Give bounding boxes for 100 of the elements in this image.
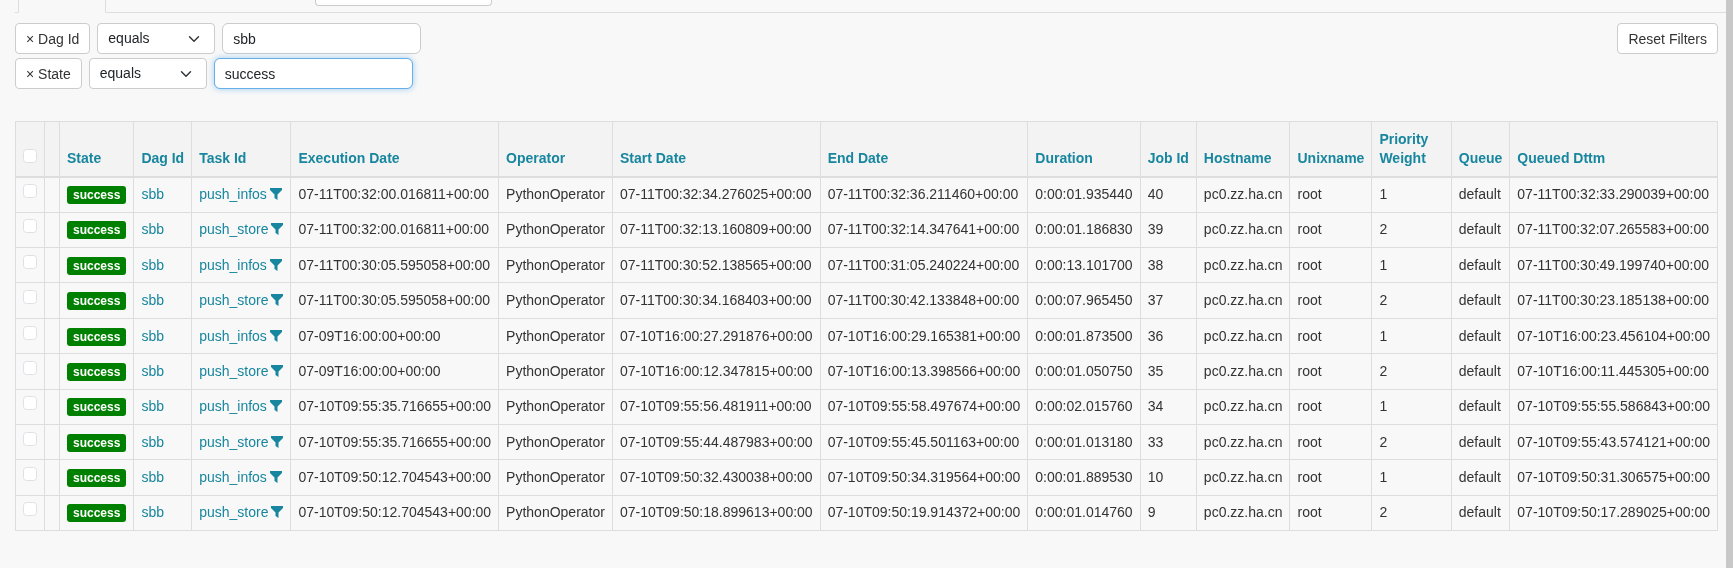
table-cell: PythonOperator bbox=[506, 292, 605, 309]
table-cell: 07-11T00:32:36.211460+00:00 bbox=[827, 186, 1019, 203]
dag-link[interactable]: sbb bbox=[141, 469, 164, 486]
table-cell: 0:00:01.935440 bbox=[1035, 186, 1133, 203]
table-cell: pc0.zz.ha.cn bbox=[1203, 186, 1283, 203]
table-cell: 07-11T00:30:23.185138+00:00 bbox=[1517, 292, 1709, 309]
row-checkbox[interactable] bbox=[23, 502, 37, 517]
column-header[interactable]: Operator bbox=[498, 121, 613, 177]
column-header[interactable]: Dag Id bbox=[133, 121, 192, 177]
row-checkbox[interactable] bbox=[23, 325, 37, 340]
table-cell: 0:00:01.014760 bbox=[1035, 504, 1133, 521]
table-cell: pc0.zz.ha.cn bbox=[1203, 292, 1283, 309]
dag-link[interactable]: sbb bbox=[141, 433, 164, 450]
column-header[interactable]: Queue bbox=[1451, 121, 1510, 177]
table-cell: 37 bbox=[1147, 292, 1164, 309]
filter-value-field[interactable]: success bbox=[213, 58, 413, 89]
filter-icon[interactable] bbox=[271, 294, 284, 307]
table-cell: default bbox=[1458, 221, 1501, 238]
column-header[interactable]: Start Date bbox=[612, 121, 821, 177]
column-header[interactable]: Duration bbox=[1027, 121, 1141, 177]
table-cell: 07-10T09:50:34.319564+00:00 bbox=[827, 469, 1021, 486]
filter-icon[interactable] bbox=[271, 223, 284, 236]
table-cell: 1 bbox=[1379, 256, 1388, 273]
dag-link[interactable]: sbb bbox=[141, 327, 164, 344]
state-label: success bbox=[67, 292, 127, 311]
dag-link[interactable]: sbb bbox=[141, 186, 164, 203]
table-cell: 0:00:01.186830 bbox=[1035, 221, 1133, 238]
operator-select[interactable]: equals bbox=[88, 58, 207, 89]
table-cell: 07-10T09:50:12.704543+00:00 bbox=[298, 504, 492, 521]
tab[interactable] bbox=[18, 0, 106, 13]
table-cell: 07-11T00:32:13.160809+00:00 bbox=[619, 221, 812, 238]
filter-icon[interactable] bbox=[269, 471, 282, 484]
dag-link[interactable]: sbb bbox=[141, 504, 164, 521]
table-cell: 07-10T09:55:43.574121+00:00 bbox=[1517, 433, 1710, 450]
table-cell: 0:00:02.015760 bbox=[1035, 398, 1133, 415]
state-label: success bbox=[67, 469, 127, 488]
table-cell: 07-10T09:55:56.481911+00:00 bbox=[619, 398, 812, 415]
reset-filters-button[interactable]: Reset Filters bbox=[1617, 23, 1718, 54]
column-header[interactable]: State bbox=[59, 121, 134, 177]
row-checkbox[interactable] bbox=[23, 290, 37, 305]
table-cell: 38 bbox=[1147, 256, 1164, 273]
table-cell: 0:00:01.889530 bbox=[1035, 469, 1133, 486]
table-cell: pc0.zz.ha.cn bbox=[1203, 469, 1283, 486]
select-all-checkbox[interactable] bbox=[23, 148, 37, 163]
row-checkbox[interactable] bbox=[23, 467, 37, 482]
table-cell: 0:00:01.050750 bbox=[1035, 362, 1133, 379]
table-cell: 07-10T09:55:35.716655+00:00 bbox=[298, 433, 492, 450]
filter-icon[interactable] bbox=[271, 364, 284, 377]
operator-select[interactable]: equals bbox=[97, 23, 216, 54]
table-cell: 2 bbox=[1379, 433, 1388, 450]
remove-filter-button[interactable]: × Dag Id bbox=[15, 23, 91, 54]
table-cell: 07-10T09:50:31.306575+00:00 bbox=[1517, 469, 1710, 486]
table-cell: root bbox=[1297, 504, 1322, 521]
table-cell: PythonOperator bbox=[506, 362, 605, 379]
table-cell: 2 bbox=[1379, 221, 1388, 238]
filter-icon[interactable] bbox=[269, 400, 282, 413]
table-cell: default bbox=[1458, 327, 1501, 344]
column-header[interactable]: Execution Date bbox=[290, 121, 499, 177]
row-checkbox[interactable] bbox=[23, 396, 37, 411]
row-checkbox[interactable] bbox=[23, 431, 37, 446]
table-cell: PythonOperator bbox=[506, 433, 605, 450]
table-cell: 07-11T00:32:34.276025+00:00 bbox=[619, 186, 812, 203]
table-cell: 10 bbox=[1147, 469, 1164, 486]
table-cell: default bbox=[1458, 504, 1501, 521]
table-cell: default bbox=[1458, 469, 1501, 486]
table-cell: root bbox=[1297, 433, 1322, 450]
remove-filter-button[interactable]: × State bbox=[15, 58, 82, 89]
table-cell: 07-10T09:50:32.430038+00:00 bbox=[619, 469, 813, 486]
table-cell: 0:00:13.101700 bbox=[1035, 256, 1133, 273]
table-cell: default bbox=[1458, 256, 1501, 273]
column-header[interactable]: End Date bbox=[820, 121, 1028, 177]
row-checkbox[interactable] bbox=[23, 184, 37, 199]
dag-link[interactable]: sbb bbox=[141, 256, 164, 273]
column-header[interactable]: Priority Weight bbox=[1371, 121, 1452, 177]
filter-icon[interactable] bbox=[271, 506, 284, 519]
dag-link[interactable]: sbb bbox=[141, 221, 164, 238]
column-header[interactable]: Task Id bbox=[191, 121, 291, 177]
table-cell: root bbox=[1297, 292, 1322, 309]
row-checkbox[interactable] bbox=[23, 219, 37, 234]
table-cell: PythonOperator bbox=[506, 327, 605, 344]
filter-icon[interactable] bbox=[269, 188, 282, 201]
table-cell: 2 bbox=[1379, 362, 1388, 379]
filter-icon[interactable] bbox=[271, 435, 284, 448]
column-header[interactable]: Queued Dttm bbox=[1509, 121, 1718, 177]
filter-value-field[interactable]: sbb bbox=[222, 23, 422, 54]
state-label: success bbox=[67, 362, 127, 381]
row-checkbox[interactable] bbox=[23, 254, 37, 269]
dag-link[interactable]: sbb bbox=[141, 362, 164, 379]
dag-link[interactable]: sbb bbox=[141, 398, 164, 415]
scrollbar[interactable] bbox=[1726, 0, 1733, 568]
column-header[interactable]: Job Id bbox=[1140, 121, 1197, 177]
filter-icon[interactable] bbox=[269, 329, 282, 342]
column-header[interactable]: Hostname bbox=[1196, 121, 1290, 177]
column-header[interactable]: Unixname bbox=[1289, 121, 1372, 177]
dag-link[interactable]: sbb bbox=[141, 292, 164, 309]
input-field[interactable] bbox=[315, 0, 492, 6]
table-cell: root bbox=[1297, 256, 1322, 273]
row-checkbox[interactable] bbox=[23, 360, 37, 375]
table-cell: 0:00:01.873500 bbox=[1035, 327, 1133, 344]
filter-icon[interactable] bbox=[269, 258, 282, 271]
